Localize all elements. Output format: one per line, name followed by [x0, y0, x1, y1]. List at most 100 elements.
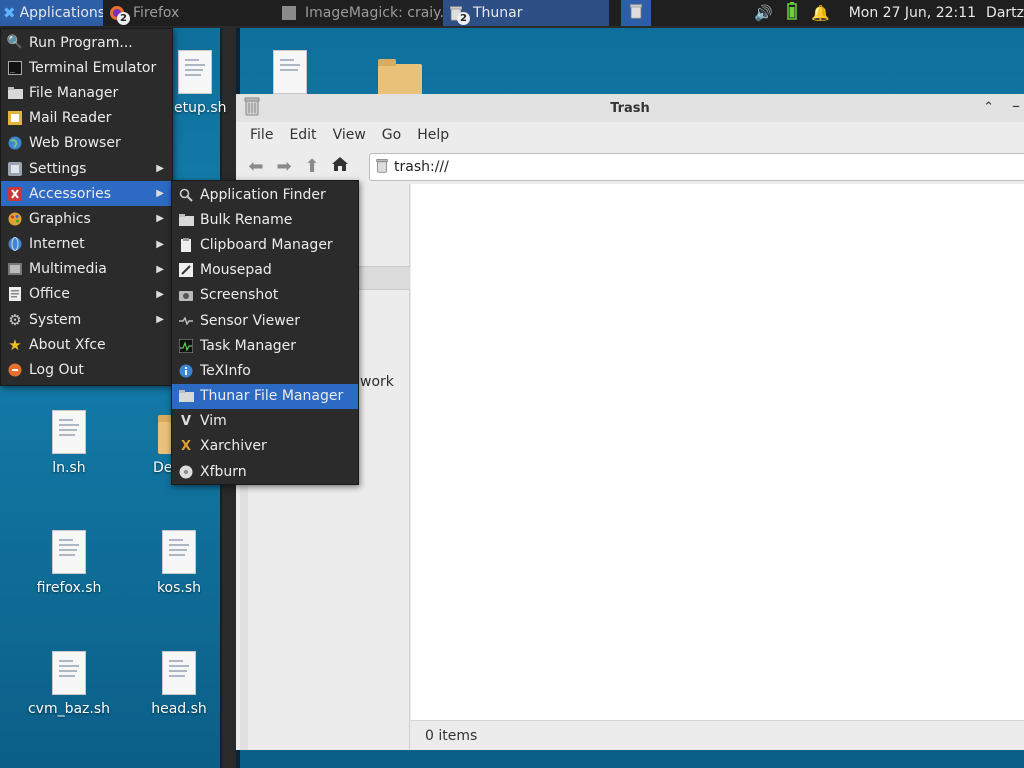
system-tray: 🔊 🔔 Mon 27 Jun, 22:11 Dartz — [747, 0, 1024, 26]
search-icon — [178, 187, 194, 203]
menu-item-internet[interactable]: Internet ▶ — [1, 232, 172, 257]
desktop-icon-cvm-baz[interactable]: cvm_baz.sh — [24, 651, 114, 717]
battery-icon[interactable] — [787, 2, 797, 24]
desktop-icon-label: cvm_baz.sh — [27, 701, 111, 717]
menu-item-label: Application Finder — [200, 186, 326, 203]
minimize-icon[interactable]: – — [1012, 96, 1020, 115]
task-thunar[interactable]: 2 Thunar — [443, 0, 609, 26]
menu-item-file-manager[interactable]: File Manager — [1, 80, 172, 105]
menu-item-label: Vim — [200, 413, 227, 430]
clock[interactable]: Mon 27 Jun, 22:11 — [849, 5, 976, 21]
menu-item-xfburn[interactable]: Xfburn — [172, 459, 358, 484]
menu-view[interactable]: View — [333, 127, 366, 143]
up-arrow-icon[interactable]: ⬆ — [298, 156, 326, 177]
camera-icon — [178, 287, 194, 303]
folder-icon — [7, 85, 23, 101]
notification-bell-icon[interactable]: 🔔 — [811, 4, 830, 22]
home-icon[interactable] — [326, 156, 354, 177]
menu-item-label: Sensor Viewer — [200, 312, 301, 329]
user-name[interactable]: Dartz — [986, 5, 1024, 21]
editor-icon — [178, 262, 194, 278]
menu-item-label: Graphics — [29, 210, 91, 227]
chevron-up-icon[interactable]: ⌃ — [983, 100, 994, 115]
volume-icon[interactable]: 🔊 — [754, 4, 773, 22]
menu-item-screenshot[interactable]: Screenshot — [172, 283, 358, 308]
menu-item-label: About Xfce — [29, 336, 106, 353]
menu-item-log-out[interactable]: Log Out — [1, 357, 172, 382]
desktop-icon-firefox[interactable]: firefox.sh — [24, 530, 114, 596]
window-count-badge: 2 — [457, 12, 470, 25]
folder-icon — [378, 59, 422, 98]
menu-go[interactable]: Go — [382, 127, 401, 143]
file-icon — [52, 410, 86, 454]
file-icon — [52, 530, 86, 574]
menu-item-terminal-emulator[interactable]: _ Terminal Emulator — [1, 55, 172, 80]
task-imagemagick[interactable]: ImageMagick: craiy... — [275, 0, 443, 26]
menu-item-web-browser[interactable]: Web Browser — [1, 131, 172, 156]
file-view[interactable] — [411, 184, 1024, 720]
menu-item-sensor-viewer[interactable]: Sensor Viewer — [172, 308, 358, 333]
back-arrow-icon[interactable]: ⬅ — [242, 156, 270, 177]
menu-item-label: Web Browser — [29, 135, 121, 152]
menu-item-xarchiver[interactable]: X Xarchiver — [172, 434, 358, 459]
menu-help[interactable]: Help — [417, 127, 449, 143]
file-icon — [273, 50, 307, 94]
menu-item-label: Settings — [29, 160, 87, 177]
menu-item-label: Task Manager — [200, 337, 297, 354]
task-firefox[interactable]: 2 Firefox — [103, 0, 275, 26]
submenu-arrow-icon: ▶ — [156, 288, 164, 300]
show-desktop-button[interactable] — [621, 0, 651, 26]
submenu-arrow-icon: ▶ — [156, 213, 164, 225]
task-label: ImageMagick: craiy... — [305, 5, 443, 21]
settings-icon — [7, 161, 23, 177]
terminal-icon: _ — [7, 60, 23, 76]
desktop-icon-label: firefox.sh — [36, 580, 102, 596]
menu-item-clipboard-manager[interactable]: Clipboard Manager — [172, 232, 358, 257]
forward-arrow-icon[interactable]: ➡ — [270, 156, 298, 177]
menu-item-thunar-file-manager[interactable]: Thunar File Manager — [172, 383, 358, 409]
applications-label: Applications — [19, 5, 103, 21]
menu-item-vim[interactable]: V Vim — [172, 409, 358, 434]
multimedia-icon — [7, 261, 23, 277]
menu-item-multimedia[interactable]: Multimedia ▶ — [1, 257, 172, 282]
menu-edit[interactable]: Edit — [289, 127, 316, 143]
menu-item-label: Office — [29, 286, 70, 303]
desktop-icon-head[interactable]: head.sh — [134, 651, 224, 717]
file-icon — [178, 50, 212, 94]
side-pane-network-label[interactable]: work — [360, 374, 394, 390]
menu-item-label: Bulk Rename — [200, 211, 293, 228]
menu-item-bulk-rename[interactable]: Bulk Rename — [172, 207, 358, 232]
file-icon — [162, 530, 196, 574]
desktop-icon-file[interactable] — [245, 50, 335, 100]
menu-item-application-finder[interactable]: Application Finder — [172, 182, 358, 207]
menu-item-task-manager[interactable]: Task Manager — [172, 333, 358, 358]
imagemagick-icon — [281, 5, 297, 21]
menu-item-graphics[interactable]: Graphics ▶ — [1, 206, 172, 231]
xfce-logo-icon: ✖ — [3, 4, 16, 22]
desktop-icon-kos[interactable]: kos.sh — [134, 530, 224, 596]
menu-item-about-xfce[interactable]: ★ About Xfce — [1, 332, 172, 357]
location-bar[interactable]: trash:/// — [369, 153, 1024, 181]
menu-item-mail-reader[interactable]: Mail Reader — [1, 106, 172, 131]
toolbar: ⬅ ➡ ⬆ trash:/// — [236, 148, 1024, 184]
menu-item-run-program[interactable]: 🔍 Run Program... — [1, 30, 172, 55]
menu-item-system[interactable]: ⚙ System ▶ — [1, 307, 172, 332]
desktop-icon-label: kos.sh — [156, 580, 202, 596]
task-label: Firefox — [133, 5, 180, 21]
menu-item-mousepad[interactable]: Mousepad — [172, 258, 358, 283]
menu-item-office[interactable]: Office ▶ — [1, 282, 172, 307]
submenu-arrow-icon: ▶ — [156, 188, 164, 200]
desktop-icon-ln[interactable]: ln.sh — [24, 410, 114, 476]
menu-item-label: Log Out — [29, 362, 84, 379]
menu-item-texinfo[interactable]: TeXInfo — [172, 358, 358, 383]
graphics-icon — [7, 211, 23, 227]
menu-item-accessories[interactable]: Accessories ▶ — [1, 181, 172, 207]
window-titlebar[interactable]: Trash ⌃ – — [236, 94, 1024, 122]
menu-file[interactable]: File — [250, 127, 273, 143]
menu-item-settings[interactable]: Settings ▶ — [1, 156, 172, 181]
info-icon — [178, 363, 194, 379]
applications-menu-button[interactable]: ✖ Applications ≡ — [0, 0, 103, 26]
folder-icon — [178, 388, 194, 404]
sensor-icon — [178, 313, 194, 329]
vim-icon: V — [180, 413, 192, 429]
